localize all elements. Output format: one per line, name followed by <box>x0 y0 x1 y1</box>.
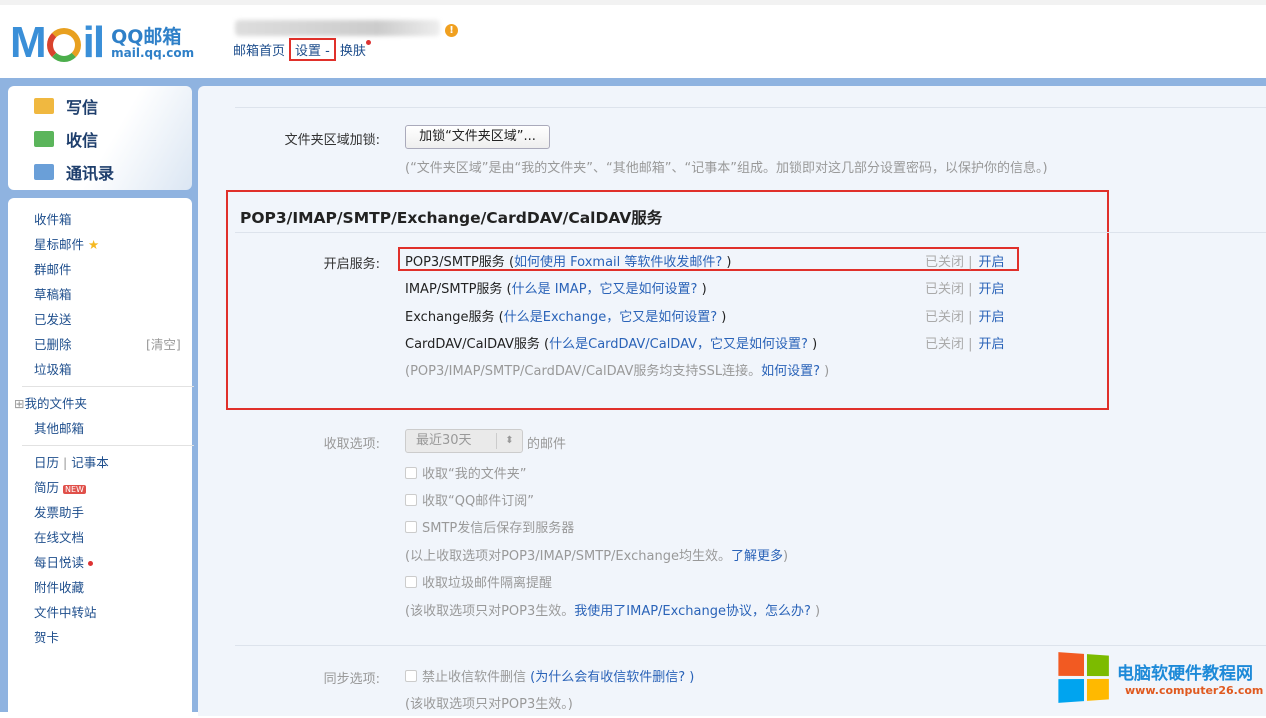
option-my-folders[interactable]: 收取“我的文件夹” <box>405 463 526 482</box>
sidebar-item-cards[interactable]: 贺卡 <box>34 627 59 646</box>
sidebar-item-other[interactable]: 其他邮箱 <box>34 418 84 437</box>
windows-logo-icon <box>1058 652 1109 703</box>
status-exchange: 已关闭 | 开启 <box>925 310 1005 325</box>
enable-exchange-link[interactable]: 开启 <box>979 310 1005 325</box>
receive-button[interactable]: 收信 <box>34 127 98 151</box>
lock-note: (“文件夹区域”是由“我的文件夹”、“其他邮箱”、“记事本”组成。加锁即对这几部… <box>405 161 1048 176</box>
logo-domain: mail.qq.com <box>111 45 195 60</box>
enable-carddav-link[interactable]: 开启 <box>979 337 1005 352</box>
imap-help-link[interactable]: 我使用了IMAP/Exchange协议，怎么办? <box>574 604 811 619</box>
sidebar-item-transfer[interactable]: 文件中转站 <box>34 602 97 621</box>
compose-button[interactable]: 写信 <box>34 94 98 118</box>
inbox-download-icon <box>34 131 54 147</box>
sidebar-item-deleted[interactable]: 已删除 <box>34 334 72 353</box>
option-subscriptions[interactable]: 收取“QQ邮件订阅” <box>405 490 534 509</box>
learn-more-link[interactable]: 了解更多 <box>731 549 783 564</box>
section-title: POP3/IMAP/SMTP/Exchange/CardDAV/CalDAV服务 <box>240 209 663 227</box>
divider <box>235 645 1266 646</box>
divider <box>22 386 194 387</box>
lock-label: 文件夹区域加锁: <box>284 133 380 148</box>
contacts-button[interactable]: 通讯录 <box>34 160 114 184</box>
sidebar-item-docs[interactable]: 在线文档 <box>34 527 84 546</box>
fetch-suffix: 的邮件 <box>527 437 567 452</box>
sync-help-link[interactable]: (为什么会有收信软件删信? ) <box>530 670 694 685</box>
warning-icon[interactable]: ! <box>445 24 458 37</box>
watermark-url: www.computer26.com <box>1125 683 1264 697</box>
new-dot <box>88 561 93 566</box>
option-smtp-save[interactable]: SMTP发信后保存到服务器 <box>405 517 574 536</box>
service-exchange: Exchange服务 (什么是Exchange，它又是如何设置? ) <box>405 310 727 325</box>
spam-note: (该收取选项只对POP3生效。我使用了IMAP/Exchange协议，怎么办? … <box>405 604 821 619</box>
quick-actions-panel: 写信 收信 通讯录 <box>8 86 192 190</box>
help-link[interactable]: 什么是 IMAP，它又是如何设置? <box>512 282 698 297</box>
option-no-delete[interactable]: 禁止收信软件删信 (为什么会有收信软件删信? ) <box>405 666 694 685</box>
sidebar-item-attachments[interactable]: 附件收藏 <box>34 577 84 596</box>
sync-label: 同步选项: <box>323 672 380 687</box>
top-nav: 邮箱首页 设置 - 换肤 <box>233 38 371 61</box>
checkbox[interactable] <box>405 494 417 506</box>
sidebar-item-inbox[interactable]: 收件箱 <box>34 209 72 228</box>
fetch-label: 收取选项: <box>323 437 380 452</box>
watermark: 电脑软硬件教程网 www.computer26.com <box>1058 652 1264 703</box>
sidebar-item-sent[interactable]: 已发送 <box>34 309 72 328</box>
sidebar-item-drafts[interactable]: 草稿箱 <box>34 284 72 303</box>
divider <box>22 445 194 446</box>
logo-mark: Mil <box>10 18 105 67</box>
divider <box>235 232 1266 233</box>
sidebar-folders: 收件箱 星标邮件 ★ 群邮件 草稿箱 已发送 已删除 [清空] 垃圾箱 ⊞我的文… <box>8 198 194 718</box>
checkbox[interactable] <box>405 670 417 682</box>
ssl-help-link[interactable]: 如何设置? <box>761 364 820 379</box>
checkbox[interactable] <box>405 467 417 479</box>
watermark-title: 电脑软硬件教程网 <box>1117 663 1253 684</box>
fetch-range-select[interactable]: 最近30天 ⬍ <box>405 429 523 453</box>
option-spam-alert[interactable]: 收取垃圾邮件隔离提醒 <box>405 572 552 591</box>
sidebar-item-starred[interactable]: 星标邮件 ★ <box>34 234 99 253</box>
enable-pop3-link[interactable]: 开启 <box>979 255 1005 270</box>
top-bar <box>0 0 1266 5</box>
sidebar-item-notes[interactable]: 记事本 <box>71 455 109 470</box>
sidebar-item-group[interactable]: 群邮件 <box>34 259 72 278</box>
nav-settings[interactable]: 设置 <box>295 44 321 59</box>
clear-trash-link[interactable]: [清空] <box>146 334 181 353</box>
help-link[interactable]: 什么是Exchange，它又是如何设置? <box>504 310 717 325</box>
service-pop3: POP3/SMTP服务 (如何使用 Foxmail 等软件收发邮件? ) <box>405 255 732 270</box>
logo-cn: QQ邮箱 <box>111 25 182 48</box>
divider <box>235 107 1266 108</box>
checkbox[interactable] <box>405 576 417 588</box>
nav-skin[interactable]: 换肤 <box>340 40 371 59</box>
sidebar-item-calendar[interactable]: 日历 <box>34 455 59 470</box>
sidebar-item-spam[interactable]: 垃圾箱 <box>34 359 72 378</box>
enable-imap-link[interactable]: 开启 <box>979 282 1005 297</box>
calendar-notes: 日历 | 记事本 <box>34 455 109 470</box>
sidebar-item-invoice[interactable]: 发票助手 <box>34 502 84 521</box>
qq-mail-logo[interactable]: Mil QQ邮箱 mail.qq.com <box>10 18 194 68</box>
service-imap: IMAP/SMTP服务 (什么是 IMAP，它又是如何设置? ) <box>405 282 707 297</box>
service-carddav: CardDAV/CalDAV服务 (什么是CardDAV/CalDAV，它又是如… <box>405 337 818 352</box>
pencil-icon <box>34 98 54 114</box>
new-badge: NEW <box>63 485 86 494</box>
help-link[interactable]: 如何使用 Foxmail 等软件收发邮件? <box>514 255 722 270</box>
checkbox[interactable] <box>405 521 417 533</box>
lock-folder-button[interactable]: 加锁“文件夹区域”... <box>405 125 550 149</box>
service-label: 开启服务: <box>323 257 380 272</box>
sidebar-item-reading[interactable]: 每日悦读 <box>34 552 93 571</box>
nav-sep: - <box>325 44 330 59</box>
sync-note: (该收取选项只对POP3生效。) <box>405 697 573 712</box>
status-carddav: 已关闭 | 开启 <box>925 337 1005 352</box>
status-imap: 已关闭 | 开启 <box>925 282 1005 297</box>
fetch-note: (以上收取选项对POP3/IMAP/SMTP/Exchange均生效。了解更多) <box>405 549 789 564</box>
expand-icon[interactable]: ⊞ <box>14 396 24 411</box>
status-pop3: 已关闭 | 开启 <box>925 255 1005 270</box>
ssl-note: (POP3/IMAP/SMTP/CardDAV/CalDAV服务均支持SSL连接… <box>405 364 830 379</box>
help-link[interactable]: 什么是CardDAV/CalDAV，它又是如何设置? <box>549 337 808 352</box>
contact-card-icon <box>34 164 54 180</box>
account-name-blurred <box>235 20 440 36</box>
star-icon: ★ <box>88 237 100 252</box>
nav-home[interactable]: 邮箱首页 <box>233 40 285 59</box>
select-arrows-icon: ⬍ <box>496 433 522 449</box>
new-dot <box>365 40 371 45</box>
sidebar-item-my-folders[interactable]: ⊞我的文件夹 <box>14 393 87 412</box>
sidebar-item-resume[interactable]: 简历 NEW <box>34 477 86 496</box>
